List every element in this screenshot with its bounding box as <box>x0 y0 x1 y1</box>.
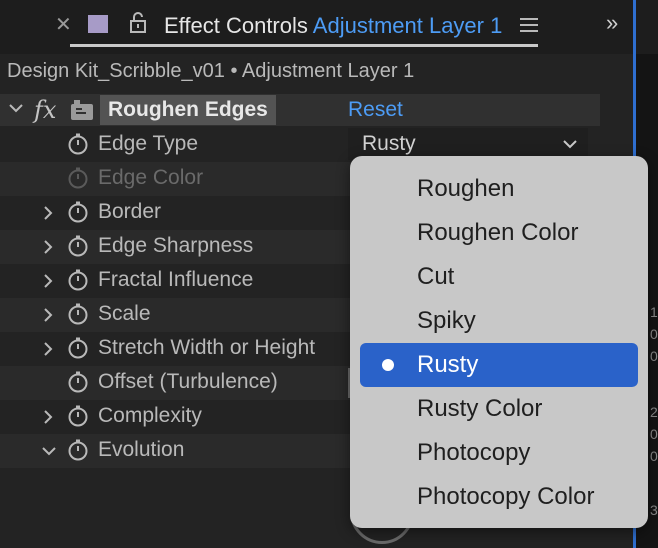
property-label: Border <box>98 200 162 223</box>
stopwatch-icon <box>67 167 89 189</box>
active-tab-indicator <box>70 44 538 47</box>
menu-item-label: Spiky <box>417 307 476 334</box>
menu-item[interactable]: Rusty <box>360 343 638 387</box>
edge-type-menu: Roughen Roughen Color Cut Spiky Rusty Rusty C… <box>350 156 648 528</box>
property-label: Edge Color <box>98 166 204 189</box>
menu-item-label: Roughen Color <box>417 219 579 246</box>
chevron-down-icon[interactable] <box>42 444 56 458</box>
effect-name[interactable]: Roughen Edges <box>100 95 276 125</box>
property-label: Stretch Width or Height <box>98 336 316 359</box>
strip-text: 1 <box>650 304 658 320</box>
stopwatch-icon[interactable] <box>67 133 89 155</box>
effect-icon <box>71 100 93 120</box>
menu-item-label: Photocopy Color <box>417 483 595 510</box>
lock-icon[interactable] <box>128 10 148 34</box>
strip-text: 2 <box>650 404 658 420</box>
selected-bullet-icon <box>382 359 394 371</box>
strip-text: 0 <box>650 326 658 342</box>
close-icon[interactable]: ✕ <box>55 12 72 37</box>
menu-item[interactable]: Rusty Color <box>360 387 638 431</box>
property-label: Evolution <box>98 438 185 461</box>
property-label: Edge Sharpness <box>98 234 254 257</box>
expand-arrow-icon[interactable] <box>42 308 54 322</box>
expand-arrow-icon[interactable] <box>42 342 54 356</box>
strip-text: 0 <box>650 448 658 464</box>
stopwatch-icon[interactable] <box>67 371 89 393</box>
stopwatch-icon[interactable] <box>67 439 89 461</box>
hamburger-menu-icon[interactable] <box>520 18 538 36</box>
chevron-down-icon <box>563 140 577 149</box>
menu-item[interactable]: Spiky <box>360 299 638 343</box>
strip-text: 3 <box>650 502 658 518</box>
expand-arrow-icon[interactable] <box>42 240 54 254</box>
expand-arrow-icon[interactable] <box>42 410 54 424</box>
stopwatch-icon[interactable] <box>67 269 89 291</box>
menu-item[interactable]: Photocopy <box>360 431 638 475</box>
expand-arrow-icon[interactable] <box>42 274 54 288</box>
stopwatch-icon[interactable] <box>67 303 89 325</box>
stopwatch-icon[interactable] <box>67 201 89 223</box>
menu-item[interactable]: Photocopy Color <box>360 475 638 519</box>
menu-item-label: Cut <box>417 263 455 290</box>
edge-type-value: Rusty <box>362 132 416 155</box>
panel-title-prefix: Effect Controls <box>164 13 308 38</box>
stopwatch-icon[interactable] <box>67 235 89 257</box>
menu-item-label: Rusty Color <box>417 395 543 422</box>
property-label: Offset (Turbulence) <box>98 370 278 393</box>
menu-item[interactable]: Cut <box>360 255 638 299</box>
menu-item-label: Roughen <box>417 175 515 202</box>
reset-button[interactable]: Reset <box>348 98 403 122</box>
color-swatch-icon[interactable] <box>88 15 108 33</box>
menu-item-label: Photocopy <box>417 439 531 466</box>
panel-tab-title[interactable]: Effect Controls Adjustment Layer 1 <box>164 13 502 39</box>
stopwatch-icon[interactable] <box>67 405 89 427</box>
chevron-down-icon[interactable] <box>8 100 24 116</box>
expand-arrow-icon[interactable] <box>42 206 54 220</box>
property-label: Complexity <box>98 404 202 427</box>
property-label: Scale <box>98 302 151 325</box>
strip-text: 0 <box>650 348 658 364</box>
fx-toggle[interactable]: fx <box>34 96 56 124</box>
chevron-right-double-icon[interactable]: » <box>606 10 618 36</box>
property-label: Fractal Influence <box>98 268 254 291</box>
stopwatch-icon[interactable] <box>67 337 89 359</box>
breadcrumb: Design Kit_Scribble_v01 • Adjustment Lay… <box>7 60 415 82</box>
menu-item[interactable]: Roughen <box>360 167 638 211</box>
panel-title-layer: Adjustment Layer 1 <box>312 13 503 38</box>
menu-item-label: Rusty <box>417 351 479 378</box>
property-label: Edge Type <box>98 132 199 155</box>
strip-text: 0 <box>650 426 658 442</box>
menu-item[interactable]: Roughen Color <box>360 211 638 255</box>
